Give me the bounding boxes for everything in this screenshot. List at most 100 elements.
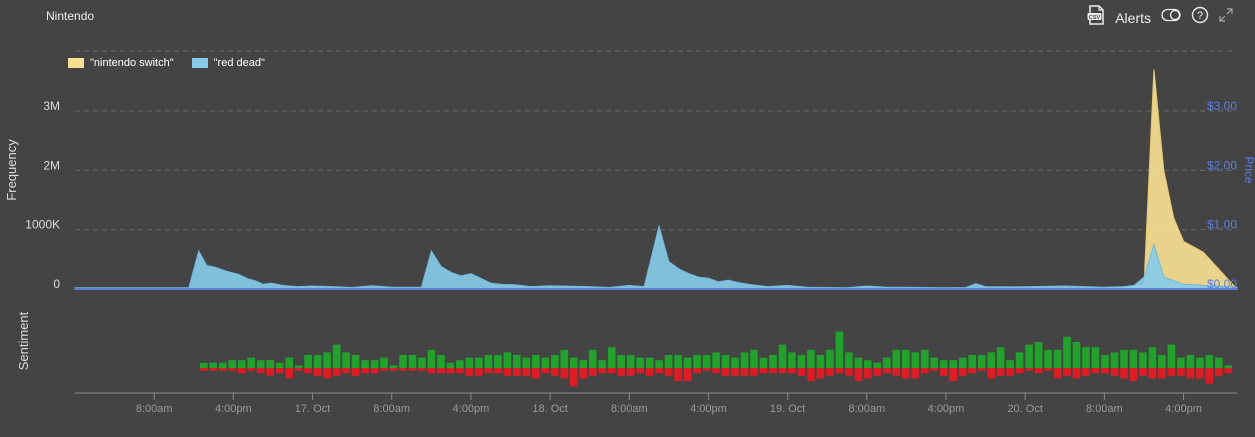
price-axis-label: Price xyxy=(1242,156,1255,184)
sentiment-positive-bar xyxy=(636,357,644,368)
sentiment-positive-bar xyxy=(427,349,436,368)
sentiment-negative-bar xyxy=(1025,368,1033,371)
x-tick-label: 8:00am xyxy=(848,403,885,415)
sentiment-negative-bar xyxy=(560,368,569,379)
sentiment-positive-bar xyxy=(1196,357,1204,368)
sentiment-negative-bar xyxy=(845,368,853,376)
sentiment-positive-bar xyxy=(285,357,293,368)
sentiment-negative-bar xyxy=(968,368,976,374)
sentiment-negative-bar xyxy=(788,368,796,374)
sentiment-negative-bar xyxy=(731,368,739,376)
sentiment-negative-bar xyxy=(361,368,369,374)
sentiment-positive-bar xyxy=(570,357,578,368)
sentiment-negative-bar xyxy=(854,368,863,381)
sentiment-positive-bar xyxy=(626,355,635,368)
sentiment-positive-bar xyxy=(939,360,948,368)
sentiment-positive-bar xyxy=(1006,360,1014,368)
sentiment-negative-bar xyxy=(304,368,312,374)
sentiment-positive-bar xyxy=(958,357,967,368)
sentiment-negative-bar xyxy=(693,368,701,374)
sentiment-negative-bar xyxy=(219,368,227,371)
sentiment-negative-bar xyxy=(437,368,445,374)
sentiment-positive-bar xyxy=(788,352,796,368)
sentiment-positive-bar xyxy=(1091,347,1100,368)
sentiment-positive-bar xyxy=(1025,344,1033,368)
sentiment-negative-bar xyxy=(418,368,426,371)
series-layer xyxy=(74,69,1239,290)
sentiment-positive-bar xyxy=(607,347,616,368)
x-tick-label: 8:00am xyxy=(373,403,410,415)
sentiment-positive-bar xyxy=(456,360,464,368)
sentiment-positive-bar xyxy=(873,362,882,368)
sentiment-negative-bar xyxy=(1177,368,1185,376)
sentiment-positive-bar xyxy=(1186,355,1195,368)
sentiment-negative-bar xyxy=(1205,368,1214,384)
x-tick-label: 19. Oct xyxy=(770,403,805,415)
sentiment-negative-bar xyxy=(456,368,464,374)
sentiment-negative-bar xyxy=(1072,368,1081,379)
sentiment-positive-bar xyxy=(1215,357,1223,368)
sentiment-negative-bar xyxy=(323,368,331,379)
sentiment-positive-bar xyxy=(332,344,341,368)
sentiment-positive-bar xyxy=(645,357,654,368)
sentiment-negative-bar xyxy=(702,368,711,371)
sentiment-negative-bar xyxy=(380,368,388,371)
sentiment-positive-bar xyxy=(1053,349,1062,368)
sentiment-positive-bar xyxy=(1148,347,1157,368)
sentiment-positive-bar xyxy=(968,355,976,368)
sentiment-negative-bar xyxy=(1196,368,1204,379)
sentiment-negative-bar xyxy=(522,368,531,376)
sentiment-negative-bar xyxy=(683,368,692,381)
sentiment-positive-bar xyxy=(826,349,834,368)
sentiment-negative-bar xyxy=(769,368,777,374)
sentiment-negative-bar xyxy=(541,368,550,374)
sentiment-negative-bar xyxy=(1224,368,1233,374)
sentiment-negative-bar xyxy=(1101,368,1109,374)
sentiment-positive-bar xyxy=(1167,344,1176,368)
sentiment-negative-bar xyxy=(883,368,891,374)
sentiment-negative-bar xyxy=(1034,368,1043,374)
sentiment-positive-bar xyxy=(484,355,493,368)
sentiment-negative-bar xyxy=(1186,368,1195,379)
x-tick-label: 4:00pm xyxy=(928,403,965,415)
sentiment-negative-bar xyxy=(873,368,882,376)
sentiment-negative-bar xyxy=(939,368,948,376)
sentiment-positive-bar xyxy=(323,352,331,368)
sentiment-positive-bar xyxy=(996,347,1005,368)
sentiment-positive-bar xyxy=(1205,355,1214,368)
sentiment-negative-bar xyxy=(247,368,255,371)
sentiment-negative-bar xyxy=(484,368,493,374)
sentiment-positive-bar xyxy=(674,355,682,368)
sentiment-positive-bar xyxy=(949,360,957,368)
price-tick-label: $0.00 xyxy=(1207,277,1237,291)
sentiment-positive-bar xyxy=(551,355,559,368)
sentiment-negative-bar xyxy=(475,368,483,376)
sentiment-negative-bar xyxy=(256,368,265,374)
sentiment-negative-bar xyxy=(636,368,644,374)
sentiment-positive-bar xyxy=(921,349,929,368)
sentiment-negative-bar xyxy=(807,368,815,381)
sentiment-negative-bar xyxy=(626,368,635,376)
sentiment-negative-bar xyxy=(996,368,1005,376)
sentiment-positive-bar xyxy=(731,357,739,368)
sentiment-negative-bar xyxy=(797,368,806,376)
sentiment-negative-bar xyxy=(826,368,834,376)
sentiment-negative-bar xyxy=(1129,368,1138,381)
y-tick-label: 1000K xyxy=(25,218,60,232)
sentiment-negative-bar xyxy=(816,368,825,379)
sentiment-negative-bar xyxy=(1215,368,1223,376)
sentiment-negative-bar xyxy=(465,368,474,376)
sentiment-negative-bar xyxy=(864,368,872,379)
sentiment-negative-bar xyxy=(200,368,208,371)
x-tick-label: 8:00am xyxy=(611,403,648,415)
sentiment-negative-bar xyxy=(399,368,407,371)
y-tick-label: 2M xyxy=(43,158,60,172)
y-axis-label: Frequency xyxy=(4,139,19,201)
sentiment-positive-bar xyxy=(721,355,730,368)
sentiment-positive-bar xyxy=(1063,336,1071,368)
sentiment-negative-bar xyxy=(664,368,673,376)
y-tick-label: 3M xyxy=(43,99,60,113)
sentiment-positive-bar xyxy=(759,357,768,368)
sentiment-positive-bar xyxy=(351,355,360,368)
sentiment-negative-bar xyxy=(987,368,995,379)
